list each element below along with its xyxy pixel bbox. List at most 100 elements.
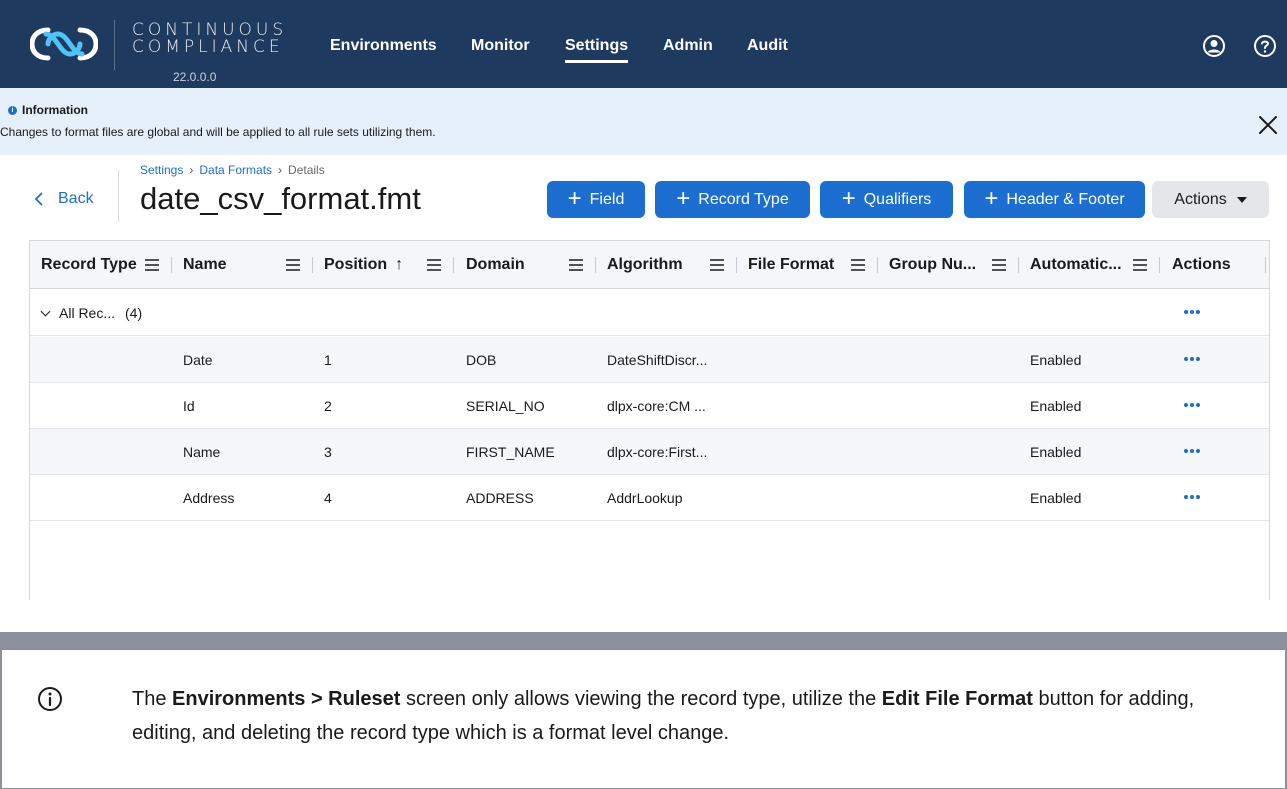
column-header-group-number[interactable]: Group Nu... (889, 241, 976, 289)
table-row[interactable]: Name 3 FIRST_NAME dlpx-core:First... Ena… (30, 429, 1269, 475)
banner-title-text: Information (22, 103, 88, 117)
nav-environments[interactable]: Environments (330, 37, 437, 55)
column-separator[interactable] (312, 257, 313, 273)
group-row[interactable]: All Rec... (4) (30, 290, 1269, 336)
chevron-left-icon (34, 192, 43, 206)
brand-divider (114, 20, 115, 70)
breadcrumb-settings[interactable]: Settings (140, 163, 183, 177)
breadcrumb: Settings › Data Formats › Details (140, 163, 325, 177)
group-toggle[interactable]: All Rec... (4) (40, 290, 143, 336)
column-menu-icon[interactable] (426, 258, 442, 272)
cell-position: 1 (324, 352, 332, 368)
nav-audit[interactable]: Audit (747, 37, 788, 55)
more-options-icon[interactable] (1183, 494, 1201, 500)
add-qualifiers-label: Qualifiers (863, 190, 932, 208)
brand-logo-icon[interactable] (30, 26, 98, 62)
add-qualifiers-button[interactable]: + Qualifiers (820, 181, 953, 218)
column-menu-icon[interactable] (1132, 258, 1148, 272)
cell-domain: FIRST_NAME (466, 444, 555, 460)
plus-icon: + (984, 184, 999, 212)
more-options-icon[interactable] (1183, 402, 1201, 408)
banner-message: Changes to format files are global and w… (0, 125, 436, 139)
group-count: (4) (125, 305, 143, 321)
nav-settings[interactable]: Settings (565, 37, 629, 63)
column-header-position-label: Position (324, 256, 388, 273)
help-icon[interactable] (1253, 34, 1277, 58)
more-options-icon[interactable] (1183, 309, 1201, 315)
back-button[interactable]: Back (34, 190, 94, 208)
column-separator[interactable] (1159, 257, 1160, 273)
page-title: date_csv_format.fmt (140, 181, 421, 216)
info-banner: i Information Changes to format files ar… (0, 88, 1287, 155)
column-header-actions: Actions (1172, 256, 1231, 273)
cell-position: 2 (324, 398, 332, 414)
column-menu-icon[interactable] (568, 258, 584, 272)
cell-automatic: Enabled (1030, 352, 1082, 368)
column-menu-icon[interactable] (709, 258, 725, 272)
nav-monitor[interactable]: Monitor (471, 37, 530, 55)
note-text-part-2: screen only allows viewing the record ty… (400, 688, 882, 710)
plus-icon: + (841, 184, 856, 212)
column-menu-icon[interactable] (991, 258, 1007, 272)
actions-dropdown-label: Actions (1174, 190, 1227, 208)
cell-automatic: Enabled (1030, 444, 1082, 460)
plus-icon: + (567, 184, 582, 212)
column-header-record-type[interactable]: Record Type (41, 241, 137, 289)
brand-line-2: COMPLIANCE (132, 37, 284, 57)
column-header-algorithm[interactable]: Algorithm (607, 241, 683, 289)
column-header-file-format[interactable]: File Format (748, 241, 834, 289)
note-text-part-1: The (132, 688, 173, 710)
breadcrumb-separator-icon: › (189, 163, 194, 177)
breadcrumb-data-formats[interactable]: Data Formats (199, 163, 272, 177)
nav-admin[interactable]: Admin (663, 37, 713, 55)
table-row[interactable]: Address 4 ADDRESS AddrLookup Enabled (30, 475, 1269, 521)
cell-name: Id (183, 398, 195, 414)
column-separator[interactable] (736, 257, 737, 273)
column-separator[interactable] (453, 257, 454, 273)
actions-dropdown[interactable]: Actions (1152, 181, 1269, 218)
more-options-icon[interactable] (1183, 448, 1201, 454)
add-field-label: Field (589, 190, 625, 208)
column-separator[interactable] (1018, 257, 1019, 273)
note-divider-bar (0, 632, 1287, 650)
close-icon[interactable] (1257, 114, 1279, 136)
table-row[interactable]: Date 1 DOB DateShiftDiscr... Enabled (30, 337, 1269, 383)
cell-position: 4 (324, 490, 332, 506)
cell-algorithm: AddrLookup (607, 490, 683, 506)
cell-name: Date (183, 352, 213, 368)
column-separator[interactable] (171, 257, 172, 273)
info-icon: i (8, 105, 17, 115)
cell-position: 3 (324, 444, 332, 460)
column-header-position[interactable]: Position ↑ (324, 241, 403, 289)
column-menu-icon[interactable] (285, 258, 301, 272)
cell-algorithm: dlpx-core:CM ... (607, 398, 706, 414)
cell-algorithm: DateShiftDiscr... (607, 352, 708, 368)
info-circle-icon (38, 687, 62, 711)
add-record-type-label: Record Type (698, 190, 789, 208)
more-options-icon[interactable] (1183, 356, 1201, 362)
plus-icon: + (676, 184, 691, 212)
user-account-icon[interactable] (1202, 34, 1226, 58)
grid-header: Record Type Name Position ↑ Domain Algor… (30, 241, 1269, 289)
add-header-footer-button[interactable]: + Header & Footer (964, 181, 1145, 218)
caret-down-icon (1236, 196, 1247, 203)
column-separator[interactable] (877, 257, 878, 273)
column-header-automatic[interactable]: Automatic... (1030, 241, 1122, 289)
column-separator[interactable] (595, 257, 596, 273)
column-menu-icon[interactable] (144, 258, 160, 272)
add-field-button[interactable]: + Field (547, 181, 645, 218)
group-label: All Rec... (59, 305, 116, 321)
cell-domain: DOB (466, 352, 497, 368)
column-header-name[interactable]: Name (183, 241, 227, 289)
chevron-down-icon (40, 306, 51, 316)
table-row[interactable]: Id 2 SERIAL_NO dlpx-core:CM ... Enabled (30, 383, 1269, 429)
column-menu-icon[interactable] (850, 258, 866, 272)
column-header-domain[interactable]: Domain (466, 241, 525, 289)
breadcrumb-separator-icon: › (278, 163, 283, 177)
cell-name: Address (183, 490, 235, 506)
info-note: The Environments > Ruleset screen only a… (0, 650, 1287, 789)
add-record-type-button[interactable]: + Record Type (655, 181, 810, 218)
cell-domain: SERIAL_NO (466, 398, 545, 414)
column-separator (1265, 257, 1266, 273)
note-text: The Environments > Ruleset screen only a… (132, 682, 1242, 750)
